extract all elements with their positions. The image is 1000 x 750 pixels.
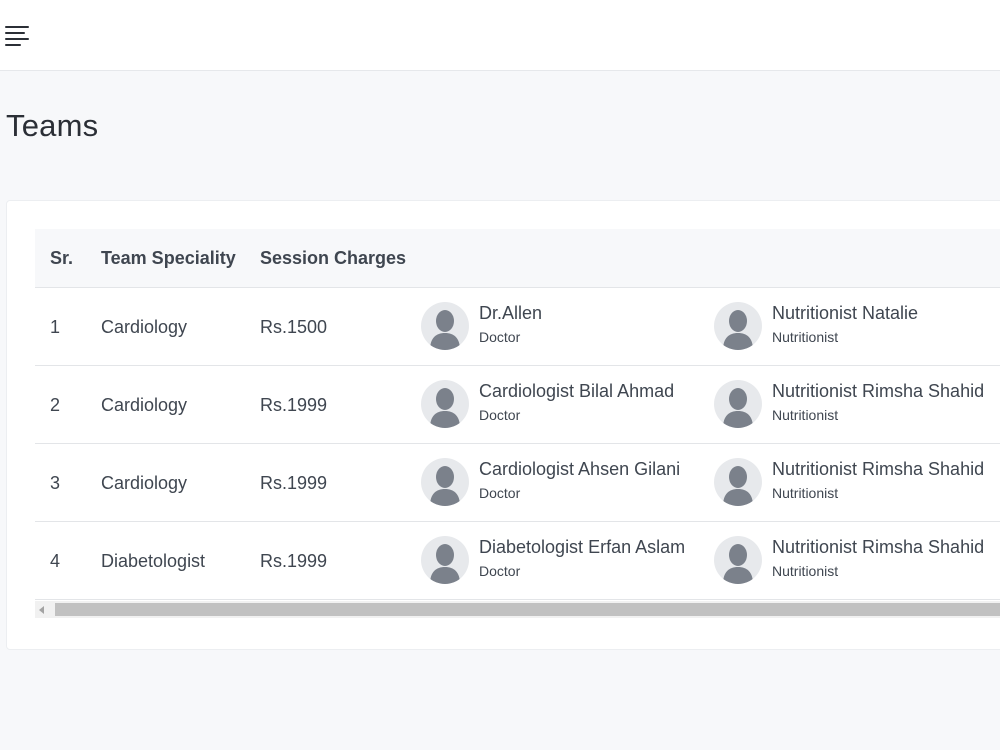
user-avatar-icon (421, 380, 469, 428)
table-row[interactable]: 2 Cardiology Rs.1999 Cardiologist Bilal Ahm… (35, 366, 1000, 444)
cell-sr: 1 (50, 317, 61, 337)
member-role: Nutritionist (772, 329, 839, 345)
horizontal-scrollbar[interactable] (35, 601, 1000, 618)
column-header-team-speciality[interactable]: Team Speciality (101, 229, 236, 288)
page-title: Teams (6, 108, 99, 143)
user-avatar-icon (421, 302, 469, 350)
teams-card: Sr. Team Speciality Session Charges 1 Car… (6, 200, 1000, 650)
user-avatar-icon (421, 536, 469, 584)
member-name: Dr.Allen (479, 303, 543, 323)
member-role: Doctor (479, 329, 521, 345)
cell-team-speciality: Cardiology (101, 317, 188, 337)
member-role: Nutritionist (772, 563, 839, 579)
member-role: Nutritionist (772, 485, 839, 501)
user-avatar-icon (714, 536, 762, 584)
member-name: Nutritionist Rimsha Shahid (772, 459, 985, 479)
cell-team-speciality: Diabetologist (101, 551, 206, 571)
top-bar (0, 0, 1000, 71)
cell-team-speciality: Cardiology (101, 395, 188, 415)
member-role: Doctor (479, 563, 521, 579)
user-avatar-icon (714, 302, 762, 350)
member-name: Nutritionist Natalie (772, 303, 919, 323)
member-name: Cardiologist Ahsen Gilani (479, 459, 681, 479)
cell-session-charges: Rs.1999 (260, 551, 328, 571)
scrollbar-thumb[interactable] (55, 603, 1000, 616)
member-name: Nutritionist Rimsha Shahid (772, 537, 985, 557)
member-name: Cardiologist Bilal Ahmad (479, 381, 675, 401)
cell-session-charges: Rs.1999 (260, 395, 328, 415)
table-header: Sr. Team Speciality Session Charges (35, 229, 1000, 288)
column-header-session-charges[interactable]: Session Charges (260, 229, 406, 288)
cell-session-charges: Rs.1500 (260, 317, 328, 337)
table-row[interactable]: 1 Cardiology Rs.1500 Dr.Allen Doctor Nutritio… (35, 288, 1000, 366)
user-avatar-icon (714, 380, 762, 428)
cell-sr: 2 (50, 395, 61, 415)
member-role: Doctor (479, 485, 521, 501)
member-name: Diabetologist Erfan Aslam (479, 537, 686, 557)
table-row[interactable]: 3 Cardiology Rs.1999 Cardiologist Ahsen Gil… (35, 444, 1000, 522)
cell-sr: 3 (50, 473, 61, 493)
column-header-sr[interactable]: Sr. (50, 229, 73, 288)
user-avatar-icon (714, 458, 762, 506)
member-name: Nutritionist Rimsha Shahid (772, 381, 985, 401)
teams-table: Sr. Team Speciality Session Charges 1 Car… (35, 229, 1000, 621)
member-role: Nutritionist (772, 407, 839, 423)
cell-session-charges: Rs.1999 (260, 473, 328, 493)
cell-sr: 4 (50, 551, 61, 571)
table-row[interactable]: 4 Diabetologist Rs.1999 Diabetologist Erfan… (35, 522, 1000, 600)
hamburger-menu-icon[interactable] (5, 26, 29, 46)
cell-team-speciality: Cardiology (101, 473, 188, 493)
scroll-left-arrow-icon[interactable] (39, 606, 44, 614)
member-role: Doctor (479, 407, 521, 423)
user-avatar-icon (421, 458, 469, 506)
